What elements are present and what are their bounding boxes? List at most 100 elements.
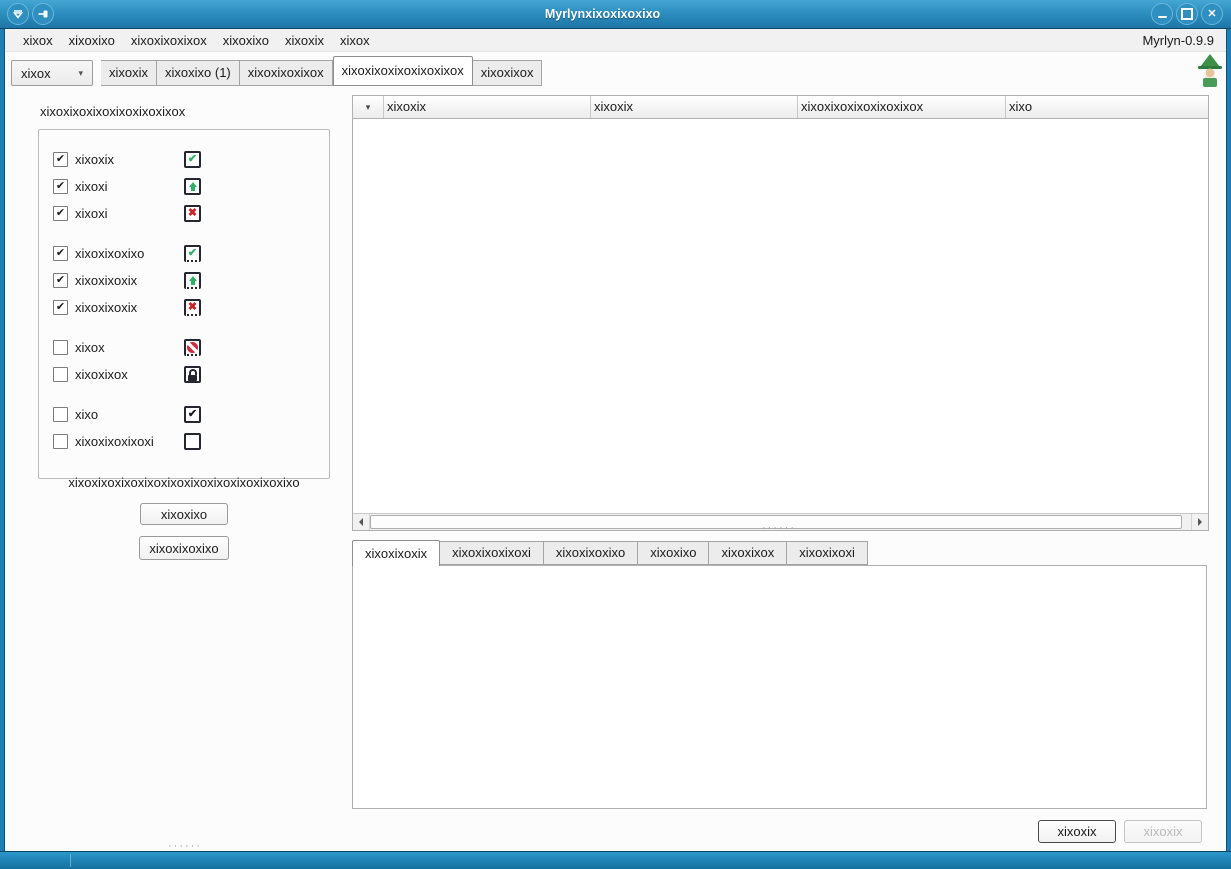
filter-panel-heading: xixoxixoxixoxixoxixoxixox: [40, 104, 185, 119]
window-bottom-border: [0, 851, 1231, 869]
filter-group: xixoxix xixoxi xixoxi: [39, 146, 329, 227]
filter-row: xixoxixoxixoxi: [39, 428, 329, 455]
filter-label[interactable]: xixox: [75, 340, 105, 355]
checkbox[interactable]: [53, 434, 68, 449]
filter-row: xixoxi: [39, 200, 329, 227]
detail-tab[interactable]: xixoxixoxixo: [544, 541, 638, 565]
checkbox[interactable]: [53, 273, 68, 288]
filter-row: xixo: [39, 401, 329, 428]
view-tab[interactable]: xixoxix: [101, 60, 157, 86]
filter-label[interactable]: xixoxi: [75, 179, 108, 194]
window-menu-icon[interactable]: [7, 3, 29, 25]
window-title: Myrlynxixoxixoxixo: [54, 7, 1151, 21]
view-tab[interactable]: xixoxixoxixox: [240, 60, 333, 86]
filter-label[interactable]: xixoxixoxix: [75, 300, 137, 315]
filter-row: xixoxixoxix: [39, 294, 329, 321]
checkbox[interactable]: [53, 367, 68, 382]
scroll-right-icon[interactable]: [1191, 514, 1208, 530]
filter-label[interactable]: xixoxix: [75, 152, 114, 167]
status-protected-icon: [184, 366, 201, 383]
filter-row: xixoxi: [39, 173, 329, 200]
filter-row: xixoxixox: [39, 361, 329, 388]
status-autoupdate-icon: [184, 272, 201, 289]
detail-tab[interactable]: xixoxixoxixoxi: [440, 541, 544, 565]
menu-item[interactable]: xixoxix: [277, 30, 332, 51]
filter-action-button[interactable]: xixoxixo: [140, 503, 228, 525]
window-menu-icon: [12, 8, 24, 20]
filter-row: xixoxix: [39, 146, 329, 173]
titlebar: Myrlynxixoxixoxixo ✕: [0, 0, 1231, 29]
column-header[interactable]: xixoxix: [384, 96, 591, 118]
chevron-down-icon: ▾: [78, 68, 83, 79]
checkbox[interactable]: [53, 407, 68, 422]
close-icon[interactable]: ✕: [1201, 3, 1223, 25]
view-menu-button-label: xixox: [21, 66, 51, 81]
view-menu-button[interactable]: xixox ▾: [11, 60, 93, 86]
table-header: ▾ xixoxixxixoxixxixoxixoxixoxixoxixoxxix…: [353, 96, 1208, 119]
menu-item[interactable]: xixox: [15, 30, 61, 51]
action-button[interactable]: xixoxix: [1124, 820, 1202, 843]
filter-label[interactable]: xixoxixoxixoxi: [75, 434, 154, 449]
myrlyn-wizard-mascot-icon: [1197, 54, 1223, 88]
filter-footnote: xixoxixoxixoxixoxixoxixoxixoxixoxixoxixo: [28, 475, 340, 490]
status-keep-icon: [184, 406, 201, 423]
checkbox[interactable]: [53, 152, 68, 167]
detail-tab[interactable]: xixoxixox: [709, 541, 787, 565]
status-delete-icon: [184, 205, 201, 222]
version-label: Myrlyn-0.9.9: [1142, 33, 1216, 48]
view-tab[interactable]: xixoxixox: [473, 60, 543, 86]
pin-icon: [37, 8, 49, 20]
detail-tab[interactable]: xixoxixo: [638, 541, 709, 565]
filter-label[interactable]: xixoxi: [75, 206, 108, 221]
client-area: xixoxxixoxixoxixoxixoxixoxxixoxixoxixoxi…: [4, 29, 1227, 852]
status-install-icon: [184, 151, 201, 168]
filter-action-button[interactable]: xixoxixoxixo: [139, 536, 229, 560]
status-noinst-icon: [184, 433, 201, 450]
status-autodelete-icon: [184, 299, 201, 316]
checkbox[interactable]: [53, 179, 68, 194]
menu-item[interactable]: xixox: [332, 30, 378, 51]
detail-tab-bar: xixoxixoxixxixoxixoxixoxixixoxixoxixoxix…: [352, 540, 868, 565]
filter-label[interactable]: xixoxixoxix: [75, 273, 137, 288]
menu-bar: xixoxxixoxixoxixoxixoxixoxxixoxixoxixoxi…: [5, 29, 1226, 52]
maximize-icon[interactable]: [1176, 3, 1198, 25]
status-update-icon: [184, 178, 201, 195]
status-taboo-icon: [184, 339, 201, 356]
splitter-handle[interactable]: ······: [749, 525, 809, 531]
column-dropdown-icon[interactable]: ▾: [353, 96, 384, 118]
column-header[interactable]: xixoxix: [591, 96, 798, 118]
action-button[interactable]: xixoxix: [1038, 820, 1116, 843]
menu-item[interactable]: xixoxixoxixox: [123, 30, 215, 51]
scroll-left-icon[interactable]: [353, 514, 370, 530]
filter-row: xixoxixoxix: [39, 267, 329, 294]
resize-grip: [70, 854, 71, 867]
pin-icon[interactable]: [32, 3, 54, 25]
checkbox[interactable]: [53, 300, 68, 315]
filter-group: xixox xixoxixox: [39, 334, 329, 388]
filter-label[interactable]: xixoxixox: [75, 367, 128, 382]
view-tab-bar: xixox ▾ xixoxixxixoxixo (1)xixoxixoxixox…: [11, 58, 542, 86]
minimize-icon[interactable]: [1151, 3, 1173, 25]
view-tab[interactable]: xixoxixoxixoxixoxixox: [333, 56, 473, 86]
package-table: ▾ xixoxixxixoxixxixoxixoxixoxixoxixoxxix…: [352, 95, 1209, 531]
filter-label[interactable]: xixo: [75, 407, 98, 422]
view-tab[interactable]: xixoxixo (1): [157, 60, 240, 86]
filter-row: xixoxixoxixo: [39, 240, 329, 267]
checkbox[interactable]: [53, 206, 68, 221]
filter-group: xixoxixoxixo xixoxixoxix xixoxixoxix: [39, 240, 329, 321]
checkbox[interactable]: [53, 246, 68, 261]
detail-tab[interactable]: xixoxixoxi: [787, 541, 868, 565]
filter-label[interactable]: xixoxixoxixo: [75, 246, 144, 261]
checkbox[interactable]: [53, 340, 68, 355]
splitter-handle[interactable]: ······: [155, 843, 215, 849]
menu-item[interactable]: xixoxixo: [215, 30, 277, 51]
action-button-row: xixoxix xixoxix: [1038, 820, 1202, 843]
filter-group: xixo xixoxixoxixoxi: [39, 401, 329, 455]
column-header[interactable]: xixoxixoxixoxixoxixox: [798, 96, 1006, 118]
work-area: xixox ▾ xixoxixxixoxixo (1)xixoxixoxixox…: [5, 51, 1226, 852]
detail-pane: [352, 565, 1207, 809]
detail-tab[interactable]: xixoxixoxix: [352, 540, 440, 566]
filter-row: xixox: [39, 334, 329, 361]
column-header[interactable]: xixo: [1006, 96, 1208, 118]
menu-item[interactable]: xixoxixo: [61, 30, 123, 51]
